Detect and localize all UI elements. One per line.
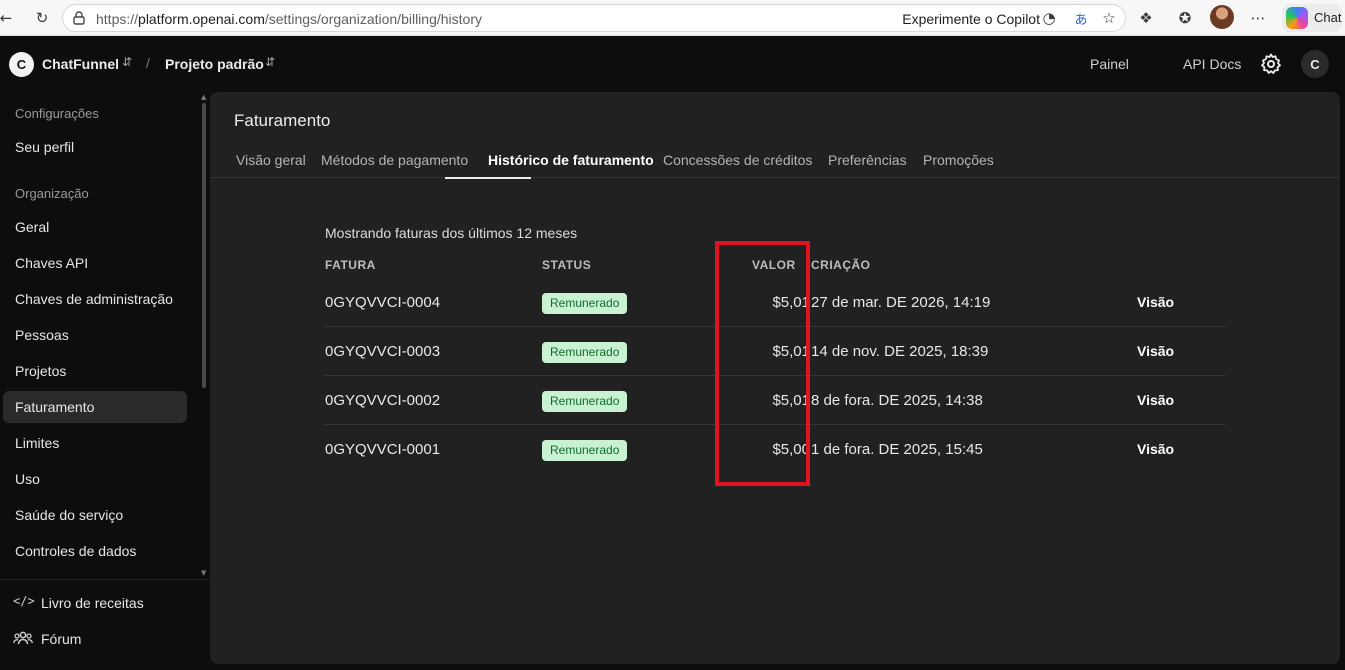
- sidebar-item-api-keys[interactable]: Chaves API: [3, 247, 187, 279]
- translate-icon[interactable]: あ: [1069, 6, 1093, 30]
- people-icon: [13, 631, 33, 645]
- active-tab-indicator: [445, 177, 531, 179]
- browser-toolbar: ← ↻ https://platform.openai.com/settings…: [0, 0, 1345, 36]
- site-info-icon[interactable]: [70, 9, 88, 27]
- favorite-star-icon[interactable]: ☆: [1097, 6, 1121, 30]
- sidebar-section-organization: Organização: [15, 186, 89, 201]
- invoice-created: 27 de mar. DE 2026, 14:19: [811, 294, 991, 311]
- view-invoice-link[interactable]: Visão: [1137, 343, 1174, 359]
- copilot-icon[interactable]: ◔: [1037, 6, 1061, 30]
- tab-overview[interactable]: Visão geral: [236, 152, 306, 168]
- org-chevron-icon[interactable]: ⇵: [122, 55, 132, 69]
- sidebar-item-projects[interactable]: Projetos: [3, 355, 187, 387]
- tab-payment-methods[interactable]: Métodos de pagamento: [321, 152, 468, 168]
- sidebar-item-billing[interactable]: Faturamento: [3, 391, 187, 423]
- status-badge: Remunerado: [542, 342, 628, 363]
- column-header-status: STATUS: [542, 258, 592, 272]
- sidebar-item-people[interactable]: Pessoas: [3, 319, 187, 351]
- sidebar-item-profile[interactable]: Seu perfil: [3, 131, 187, 163]
- sidebar-forum-link[interactable]: Fórum: [13, 628, 113, 652]
- tab-credit-grants[interactable]: Concessões de créditos: [663, 152, 812, 168]
- app-header: C ChatFunnel ⇵ / Projeto padrão ⇵ Painel…: [0, 37, 1345, 91]
- column-header-invoice: FATURA: [325, 258, 376, 272]
- favorites-icon[interactable]: ✪: [1173, 6, 1197, 30]
- tab-preferences[interactable]: Preferências: [828, 152, 907, 168]
- amount-column-highlight: [715, 241, 810, 486]
- sidebar-scrollbar[interactable]: ▲ ▼: [201, 93, 207, 577]
- chat-button[interactable]: Chat: [1282, 4, 1342, 32]
- main-panel: Faturamento Visão geral Métodos de pagam…: [210, 92, 1340, 664]
- chat-label: Chat: [1314, 10, 1342, 25]
- sidebar-item-data-controls[interactable]: Controles de dados: [3, 535, 187, 567]
- tab-billing-history[interactable]: Histórico de faturamento: [488, 152, 654, 168]
- settings-gear-icon[interactable]: [1259, 52, 1283, 76]
- back-icon[interactable]: ←: [0, 6, 18, 30]
- org-avatar[interactable]: C: [9, 52, 34, 77]
- address-bar[interactable]: https://platform.openai.com/settings/org…: [62, 4, 1126, 32]
- browser-profile-avatar[interactable]: [1210, 5, 1234, 29]
- extensions-icon[interactable]: ❖: [1134, 6, 1158, 30]
- page-title: Faturamento: [234, 111, 331, 130]
- invoice-created: 8 de fora. DE 2025, 14:38: [811, 392, 983, 409]
- column-header-created: CRIAÇÃO: [811, 258, 871, 272]
- invoice-number: 0GYQVVCI-0002: [325, 392, 441, 409]
- invoice-number: 0GYQVVCI-0001: [325, 441, 441, 458]
- sidebar-section-settings: Configurações: [15, 106, 99, 121]
- code-icon: </>: [13, 594, 35, 608]
- api-docs-link[interactable]: API Docs: [1183, 56, 1241, 72]
- sidebar: Configurações Seu perfil Organização Ger…: [0, 91, 210, 670]
- project-switcher[interactable]: Projeto padrão: [165, 56, 264, 72]
- more-icon[interactable]: ⋯: [1246, 6, 1270, 30]
- view-invoice-link[interactable]: Visão: [1137, 294, 1174, 310]
- dashboard-link[interactable]: Painel: [1090, 56, 1129, 72]
- user-avatar[interactable]: C: [1301, 50, 1329, 78]
- view-invoice-link[interactable]: Visão: [1137, 392, 1174, 408]
- status-badge: Remunerado: [542, 293, 628, 314]
- status-badge: Remunerado: [542, 391, 628, 412]
- billing-tabs: Visão geral Métodos de pagamento Históri…: [210, 144, 1340, 179]
- sidebar-item-service-health[interactable]: Saúde do serviço: [3, 499, 187, 531]
- scroll-up-icon[interactable]: ▲: [201, 93, 206, 101]
- invoice-number: 0GYQVVCI-0004: [325, 294, 441, 311]
- breadcrumb-separator: /: [146, 55, 150, 71]
- refresh-icon[interactable]: ↻: [30, 6, 54, 30]
- tab-promotions[interactable]: Promoções: [923, 152, 994, 168]
- copilot-logo-icon: [1286, 7, 1308, 29]
- invoices-range-note: Mostrando faturas dos últimos 12 meses: [325, 225, 578, 241]
- sidebar-item-usage[interactable]: Uso: [3, 463, 187, 495]
- invoice-created: 14 de nov. DE 2025, 18:39: [811, 343, 989, 360]
- sidebar-divider: [0, 579, 210, 580]
- copilot-prompt[interactable]: Experimente o Copilot: [902, 11, 1040, 27]
- view-invoice-link[interactable]: Visão: [1137, 441, 1174, 457]
- invoice-number: 0GYQVVCI-0003: [325, 343, 441, 360]
- invoice-created: 1 de fora. DE 2025, 15:45: [811, 441, 983, 458]
- scroll-thumb[interactable]: [202, 103, 206, 388]
- org-switcher[interactable]: ChatFunnel: [42, 56, 119, 72]
- sidebar-item-general[interactable]: Geral: [3, 211, 187, 243]
- sidebar-item-admin-keys[interactable]: Chaves de administração: [3, 283, 187, 315]
- scroll-down-icon[interactable]: ▼: [201, 569, 206, 577]
- sidebar-cookbook-link[interactable]: </> Livro de receitas: [13, 592, 163, 616]
- url-text: https://platform.openai.com/settings/org…: [96, 11, 482, 27]
- status-badge: Remunerado: [542, 440, 628, 461]
- sidebar-item-limits[interactable]: Limites: [3, 427, 187, 459]
- project-chevron-icon[interactable]: ⇵: [265, 55, 275, 69]
